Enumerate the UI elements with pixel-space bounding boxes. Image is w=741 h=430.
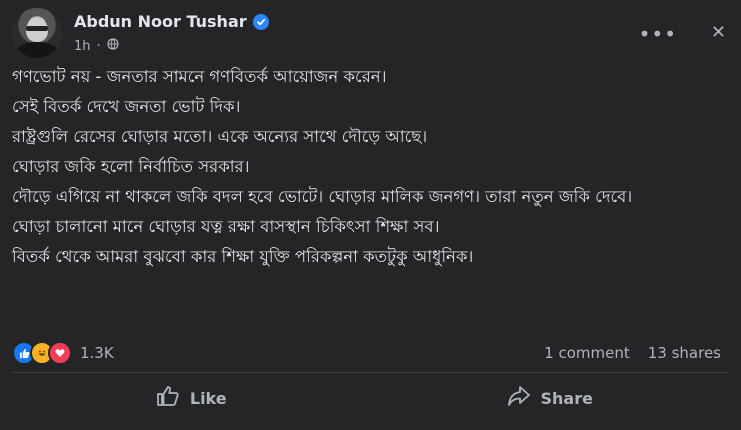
reaction-count[interactable]: 1.3K — [80, 344, 114, 362]
post-body: গণভোট নয় - জনতার সামনে গণবিতর্ক আয়োজন … — [12, 66, 712, 276]
author-row: Abdun Noor Tushar — [74, 12, 269, 31]
love-reaction-icon — [48, 341, 72, 365]
post-paragraph: ঘোড়ার জকি হলো নির্বাচিত সরকার। — [12, 157, 250, 176]
thumbs-up-icon — [156, 385, 180, 411]
post-paragraph: গণভোট নয় - জনতার সামনে গণবিতর্ক আয়োজন … — [12, 67, 387, 86]
post-paragraph: দৌড়ে এগিয়ে না থাকলে জকি বদল হবে ভোটে। … — [12, 187, 633, 206]
like-button[interactable]: Like — [12, 376, 371, 420]
share-count-link[interactable]: 13 shares — [648, 344, 721, 362]
divider — [12, 372, 729, 373]
post-header: Abdun Noor Tushar 1h · ••• ✕ — [12, 8, 729, 60]
globe-icon — [107, 38, 119, 54]
comment-count-link[interactable]: 1 comment — [544, 344, 630, 362]
author-name[interactable]: Abdun Noor Tushar — [74, 12, 247, 31]
post-paragraph: রাষ্ট্রগুলি রেসের ঘোড়ার মতো। একে অন্যের… — [12, 127, 428, 146]
close-icon[interactable]: ✕ — [711, 22, 727, 43]
share-arrow-icon — [507, 385, 531, 411]
share-button[interactable]: Share — [371, 376, 730, 420]
more-options-icon[interactable]: ••• — [639, 22, 677, 46]
action-bar: Like Share — [12, 376, 729, 420]
post-paragraph: ঘোড়া চালানো মানে ঘোড়ার যত্ন রক্ষা বাসস… — [12, 217, 440, 236]
like-label: Like — [189, 388, 227, 408]
post-meta: 1h · — [74, 38, 119, 54]
verified-badge-icon — [252, 13, 269, 30]
avatar[interactable] — [12, 8, 62, 58]
share-label: Share — [540, 388, 593, 408]
post-time[interactable]: 1h — [74, 39, 91, 54]
post-stats: 1.3K 1 comment 13 shares — [12, 341, 721, 365]
post-paragraph: সেই বিতর্ক দেখে জনতা ভোট দিক। — [12, 97, 241, 116]
reaction-summary[interactable]: 1.3K — [12, 341, 114, 365]
post-paragraph: বিতর্ক থেকে আমরা বুঝবো কার শিক্ষা যুক্তি… — [12, 247, 474, 266]
